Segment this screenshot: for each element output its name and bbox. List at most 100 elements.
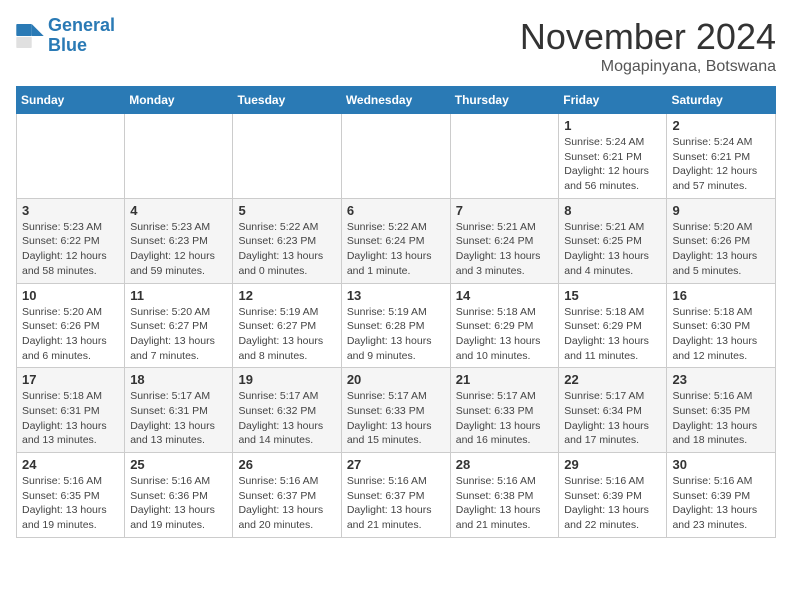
day-info: Sunrise: 5:19 AM Sunset: 6:28 PM Dayligh… bbox=[347, 305, 445, 364]
day-number: 3 bbox=[22, 203, 119, 218]
day-info: Sunrise: 5:19 AM Sunset: 6:27 PM Dayligh… bbox=[238, 305, 335, 364]
calendar-cell: 14 Sunrise: 5:18 AM Sunset: 6:29 PM Dayli… bbox=[450, 283, 559, 368]
calendar-table: SundayMondayTuesdayWednesdayThursdayFrid… bbox=[16, 86, 776, 538]
calendar-cell: 13 Sunrise: 5:19 AM Sunset: 6:28 PM Dayli… bbox=[341, 283, 450, 368]
calendar-cell: 27 Sunrise: 5:16 AM Sunset: 6:37 PM Dayli… bbox=[341, 453, 450, 538]
title-block: November 2024 Mogapinyana, Botswana bbox=[520, 16, 776, 76]
calendar-cell bbox=[341, 114, 450, 199]
calendar-cell: 15Sunrise: 5:18 AM Sunset: 6:29 PM Dayli… bbox=[559, 283, 667, 368]
calendar-cell: 12 Sunrise: 5:19 AM Sunset: 6:27 PM Dayli… bbox=[233, 283, 341, 368]
day-info: Sunrise: 5:20 AM Sunset: 6:26 PM Dayligh… bbox=[672, 220, 770, 279]
page-header: General Blue November 2024 Mogapinyana, … bbox=[16, 16, 776, 76]
day-info: Sunrise: 5:23 AM Sunset: 6:23 PM Dayligh… bbox=[130, 220, 227, 279]
day-info: Sunrise: 5:22 AM Sunset: 6:23 PM Dayligh… bbox=[238, 220, 335, 279]
calendar-cell: 21 Sunrise: 5:17 AM Sunset: 6:33 PM Dayli… bbox=[450, 368, 559, 453]
weekday-header-row: SundayMondayTuesdayWednesdayThursdayFrid… bbox=[17, 87, 776, 114]
calendar-cell: 2 Sunrise: 5:24 AM Sunset: 6:21 PM Daylig… bbox=[667, 114, 776, 199]
week-row-3: 17Sunrise: 5:18 AM Sunset: 6:31 PM Dayli… bbox=[17, 368, 776, 453]
day-info: Sunrise: 5:16 AM Sunset: 6:35 PM Dayligh… bbox=[672, 389, 770, 448]
calendar-cell: 6Sunrise: 5:22 AM Sunset: 6:24 PM Daylig… bbox=[341, 198, 450, 283]
calendar-header: SundayMondayTuesdayWednesdayThursdayFrid… bbox=[17, 87, 776, 114]
calendar-cell: 23Sunrise: 5:16 AM Sunset: 6:35 PM Dayli… bbox=[667, 368, 776, 453]
day-info: Sunrise: 5:17 AM Sunset: 6:33 PM Dayligh… bbox=[347, 389, 445, 448]
day-number: 6 bbox=[347, 203, 445, 218]
logo-icon bbox=[16, 24, 44, 48]
day-number: 22 bbox=[564, 372, 661, 387]
day-number: 8 bbox=[564, 203, 661, 218]
day-info: Sunrise: 5:17 AM Sunset: 6:33 PM Dayligh… bbox=[456, 389, 554, 448]
day-number: 21 bbox=[456, 372, 554, 387]
day-number: 14 bbox=[456, 288, 554, 303]
month-title: November 2024 bbox=[520, 16, 776, 58]
day-number: 18 bbox=[130, 372, 227, 387]
calendar-cell: 22Sunrise: 5:17 AM Sunset: 6:34 PM Dayli… bbox=[559, 368, 667, 453]
day-number: 11 bbox=[130, 288, 227, 303]
day-info: Sunrise: 5:16 AM Sunset: 6:35 PM Dayligh… bbox=[22, 474, 119, 533]
weekday-header-thursday: Thursday bbox=[450, 87, 559, 114]
day-info: Sunrise: 5:21 AM Sunset: 6:24 PM Dayligh… bbox=[456, 220, 554, 279]
calendar-body: 1Sunrise: 5:24 AM Sunset: 6:21 PM Daylig… bbox=[17, 114, 776, 538]
calendar-cell: 11 Sunrise: 5:20 AM Sunset: 6:27 PM Dayli… bbox=[125, 283, 233, 368]
calendar-cell: 29Sunrise: 5:16 AM Sunset: 6:39 PM Dayli… bbox=[559, 453, 667, 538]
calendar-cell: 16 Sunrise: 5:18 AM Sunset: 6:30 PM Dayli… bbox=[667, 283, 776, 368]
day-number: 25 bbox=[130, 457, 227, 472]
day-number: 20 bbox=[347, 372, 445, 387]
day-number: 10 bbox=[22, 288, 119, 303]
day-info: Sunrise: 5:17 AM Sunset: 6:31 PM Dayligh… bbox=[130, 389, 227, 448]
day-info: Sunrise: 5:18 AM Sunset: 6:29 PM Dayligh… bbox=[456, 305, 554, 364]
weekday-header-tuesday: Tuesday bbox=[233, 87, 341, 114]
weekday-header-wednesday: Wednesday bbox=[341, 87, 450, 114]
weekday-header-friday: Friday bbox=[559, 87, 667, 114]
day-number: 26 bbox=[238, 457, 335, 472]
calendar-cell bbox=[125, 114, 233, 199]
calendar-cell: 20 Sunrise: 5:17 AM Sunset: 6:33 PM Dayli… bbox=[341, 368, 450, 453]
calendar-cell: 30 Sunrise: 5:16 AM Sunset: 6:39 PM Dayli… bbox=[667, 453, 776, 538]
calendar-cell bbox=[233, 114, 341, 199]
day-number: 28 bbox=[456, 457, 554, 472]
calendar-cell: 7 Sunrise: 5:21 AM Sunset: 6:24 PM Daylig… bbox=[450, 198, 559, 283]
calendar-cell: 3 Sunrise: 5:23 AM Sunset: 6:22 PM Daylig… bbox=[17, 198, 125, 283]
weekday-header-saturday: Saturday bbox=[667, 87, 776, 114]
logo: General Blue bbox=[16, 16, 115, 56]
day-info: Sunrise: 5:17 AM Sunset: 6:32 PM Dayligh… bbox=[238, 389, 335, 448]
day-info: Sunrise: 5:24 AM Sunset: 6:21 PM Dayligh… bbox=[672, 135, 770, 194]
calendar-cell: 5 Sunrise: 5:22 AM Sunset: 6:23 PM Daylig… bbox=[233, 198, 341, 283]
calendar-cell: 17Sunrise: 5:18 AM Sunset: 6:31 PM Dayli… bbox=[17, 368, 125, 453]
day-number: 7 bbox=[456, 203, 554, 218]
day-info: Sunrise: 5:16 AM Sunset: 6:39 PM Dayligh… bbox=[672, 474, 770, 533]
day-info: Sunrise: 5:16 AM Sunset: 6:39 PM Dayligh… bbox=[564, 474, 661, 533]
calendar-cell: 26 Sunrise: 5:16 AM Sunset: 6:37 PM Dayli… bbox=[233, 453, 341, 538]
day-number: 13 bbox=[347, 288, 445, 303]
day-number: 2 bbox=[672, 118, 770, 133]
calendar-cell: 28 Sunrise: 5:16 AM Sunset: 6:38 PM Dayli… bbox=[450, 453, 559, 538]
day-info: Sunrise: 5:16 AM Sunset: 6:38 PM Dayligh… bbox=[456, 474, 554, 533]
day-info: Sunrise: 5:24 AM Sunset: 6:21 PM Dayligh… bbox=[564, 135, 661, 194]
day-info: Sunrise: 5:20 AM Sunset: 6:27 PM Dayligh… bbox=[130, 305, 227, 364]
day-number: 4 bbox=[130, 203, 227, 218]
calendar-cell: 8Sunrise: 5:21 AM Sunset: 6:25 PM Daylig… bbox=[559, 198, 667, 283]
day-number: 5 bbox=[238, 203, 335, 218]
calendar-cell: 9 Sunrise: 5:20 AM Sunset: 6:26 PM Daylig… bbox=[667, 198, 776, 283]
day-info: Sunrise: 5:16 AM Sunset: 6:36 PM Dayligh… bbox=[130, 474, 227, 533]
day-number: 27 bbox=[347, 457, 445, 472]
day-number: 16 bbox=[672, 288, 770, 303]
day-info: Sunrise: 5:16 AM Sunset: 6:37 PM Dayligh… bbox=[238, 474, 335, 533]
calendar-cell: 4 Sunrise: 5:23 AM Sunset: 6:23 PM Daylig… bbox=[125, 198, 233, 283]
day-info: Sunrise: 5:23 AM Sunset: 6:22 PM Dayligh… bbox=[22, 220, 119, 279]
day-number: 30 bbox=[672, 457, 770, 472]
logo-text: General Blue bbox=[48, 16, 115, 56]
week-row-1: 3 Sunrise: 5:23 AM Sunset: 6:22 PM Daylig… bbox=[17, 198, 776, 283]
day-info: Sunrise: 5:20 AM Sunset: 6:26 PM Dayligh… bbox=[22, 305, 119, 364]
day-number: 19 bbox=[238, 372, 335, 387]
calendar-cell: 18 Sunrise: 5:17 AM Sunset: 6:31 PM Dayli… bbox=[125, 368, 233, 453]
weekday-header-monday: Monday bbox=[125, 87, 233, 114]
calendar-cell: 19 Sunrise: 5:17 AM Sunset: 6:32 PM Dayli… bbox=[233, 368, 341, 453]
day-info: Sunrise: 5:18 AM Sunset: 6:29 PM Dayligh… bbox=[564, 305, 661, 364]
day-number: 9 bbox=[672, 203, 770, 218]
calendar-cell: 24Sunrise: 5:16 AM Sunset: 6:35 PM Dayli… bbox=[17, 453, 125, 538]
location-subtitle: Mogapinyana, Botswana bbox=[520, 58, 776, 76]
day-info: Sunrise: 5:16 AM Sunset: 6:37 PM Dayligh… bbox=[347, 474, 445, 533]
day-info: Sunrise: 5:18 AM Sunset: 6:30 PM Dayligh… bbox=[672, 305, 770, 364]
weekday-header-sunday: Sunday bbox=[17, 87, 125, 114]
day-number: 12 bbox=[238, 288, 335, 303]
